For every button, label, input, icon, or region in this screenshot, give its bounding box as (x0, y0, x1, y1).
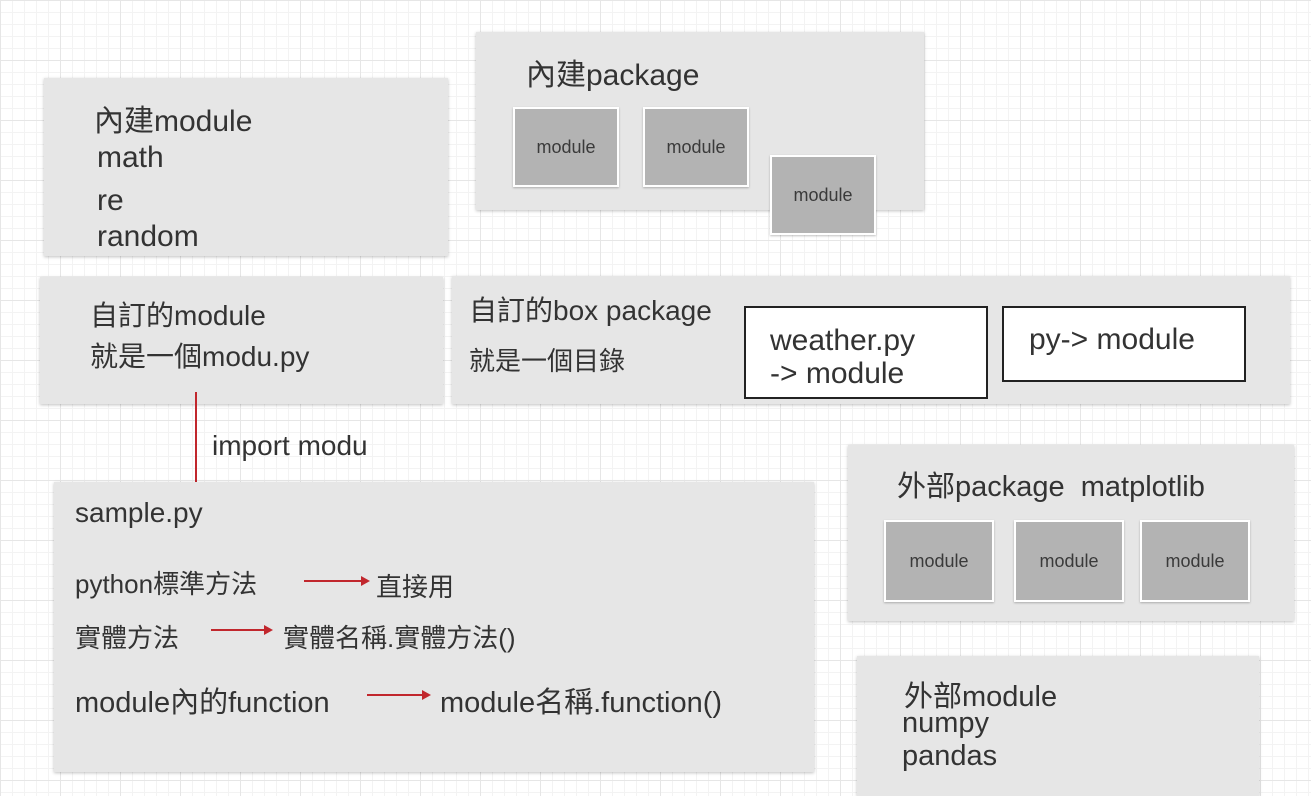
instance-method-arrow (211, 625, 273, 635)
builtin-package-module-1: module (513, 107, 619, 187)
weather-py-line2: -> module (770, 357, 905, 390)
instance-method-label: 實體方法 (75, 623, 180, 653)
builtin-package-module-2: module (643, 107, 749, 187)
external-module-item-numpy: numpy (902, 707, 990, 739)
external-package-title: 外部package matplotlib (897, 471, 1205, 503)
custom-package-subtitle: 就是一個目錄 (469, 346, 626, 376)
instance-method-result: 實體名稱.實體方法() (283, 623, 516, 653)
standard-method-label: python標準方法 (75, 569, 258, 599)
module-function-arrow (367, 690, 431, 700)
py-module-box: py-> module (1002, 306, 1246, 382)
module-function-result: module名稱.function() (440, 687, 723, 719)
custom-module-title: 自訂的module (90, 300, 266, 331)
builtin-package-title: 內建package (526, 59, 700, 92)
custom-module-subtitle: 就是一個modu.py (90, 341, 310, 372)
py-module-text: py-> module (1029, 323, 1195, 356)
standard-method-result: 直接用 (376, 572, 455, 602)
external-package-module-2: module (1014, 520, 1124, 602)
builtin-module-item-math: math (97, 141, 164, 174)
external-package-module-3: module (1140, 520, 1250, 602)
builtin-module-item-random: random (97, 220, 199, 253)
external-package-module-1: module (884, 520, 994, 602)
builtin-module-panel: 內建module math re random (44, 78, 448, 256)
module-function-label: module內的function (75, 687, 330, 719)
sample-py-panel: sample.py python標準方法 直接用 實體方法 實體名稱.實體方法(… (54, 482, 814, 772)
weather-py-box: weather.py -> module (744, 306, 988, 399)
builtin-module-item-re: re (97, 184, 124, 217)
custom-package-title: 自訂的box package (469, 295, 712, 326)
standard-method-arrow (304, 576, 370, 586)
builtin-module-title: 內建module (94, 105, 253, 138)
custom-module-panel: 自訂的module 就是一個modu.py (40, 277, 443, 404)
builtin-package-module-3: module (770, 155, 876, 235)
weather-py-line1: weather.py (770, 324, 916, 357)
sample-py-title: sample.py (75, 497, 203, 528)
import-label: import modu (212, 430, 368, 461)
external-module-item-pandas: pandas (902, 740, 998, 772)
external-module-panel: 外部module numpy pandas (857, 656, 1259, 796)
